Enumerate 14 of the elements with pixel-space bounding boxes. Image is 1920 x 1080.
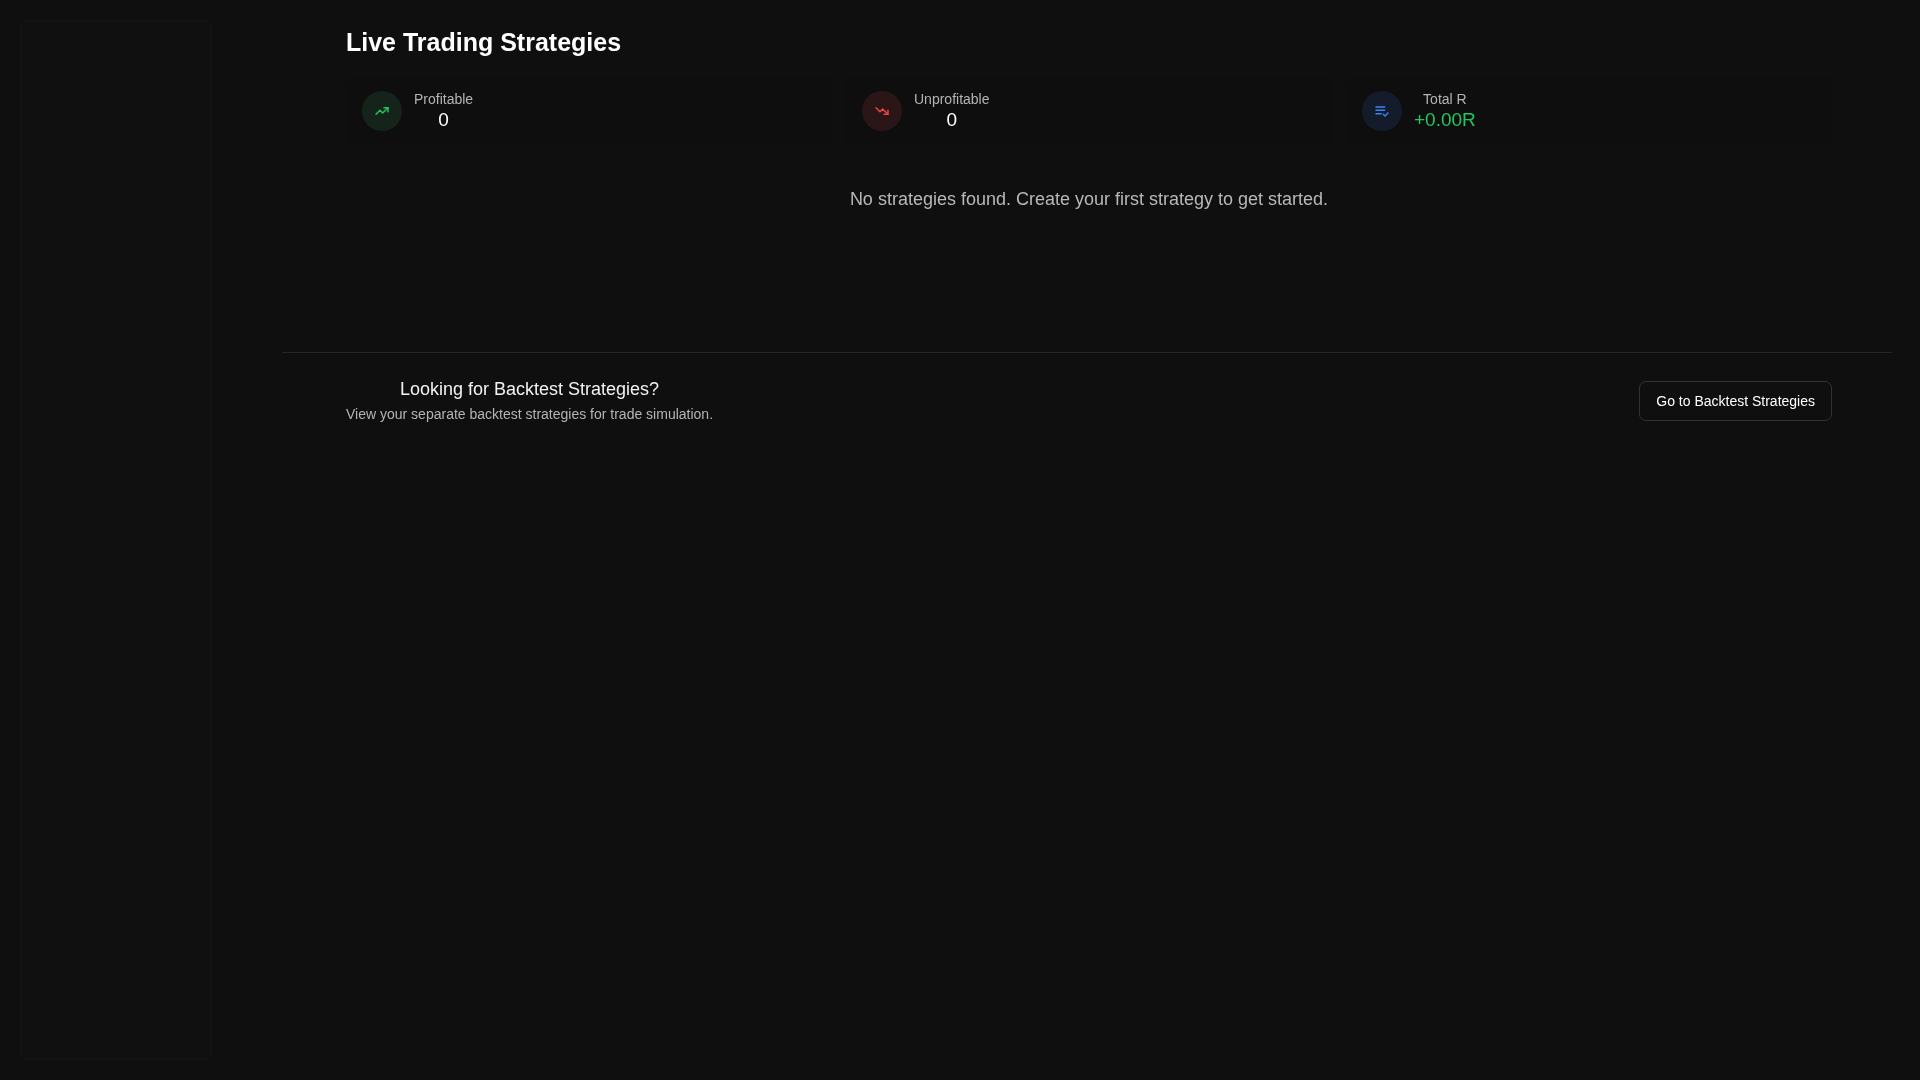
empty-state-message: No strategies found. Create your first strategy to get started. — [849, 189, 1329, 210]
backtest-heading: Looking for Backtest Strategies? — [399, 379, 660, 400]
backtest-description: View your separate backtest strategies for trade simulation. — [346, 406, 714, 422]
stat-label: Total R — [1423, 91, 1467, 107]
stat-value: 0 — [946, 109, 958, 131]
stat-label: Profitable — [414, 91, 474, 107]
stat-value: +0.00R — [1414, 109, 1476, 131]
trend-up-icon — [362, 91, 402, 131]
list-check-icon — [1362, 91, 1402, 131]
backtest-button[interactable]: Go to Backtest Strategies — [1639, 380, 1832, 421]
trend-down-icon — [862, 91, 902, 131]
page-title: Live Trading Strategies — [346, 28, 623, 57]
stat-label: Unprofitable — [914, 91, 990, 107]
stat-value: 0 — [438, 109, 449, 131]
